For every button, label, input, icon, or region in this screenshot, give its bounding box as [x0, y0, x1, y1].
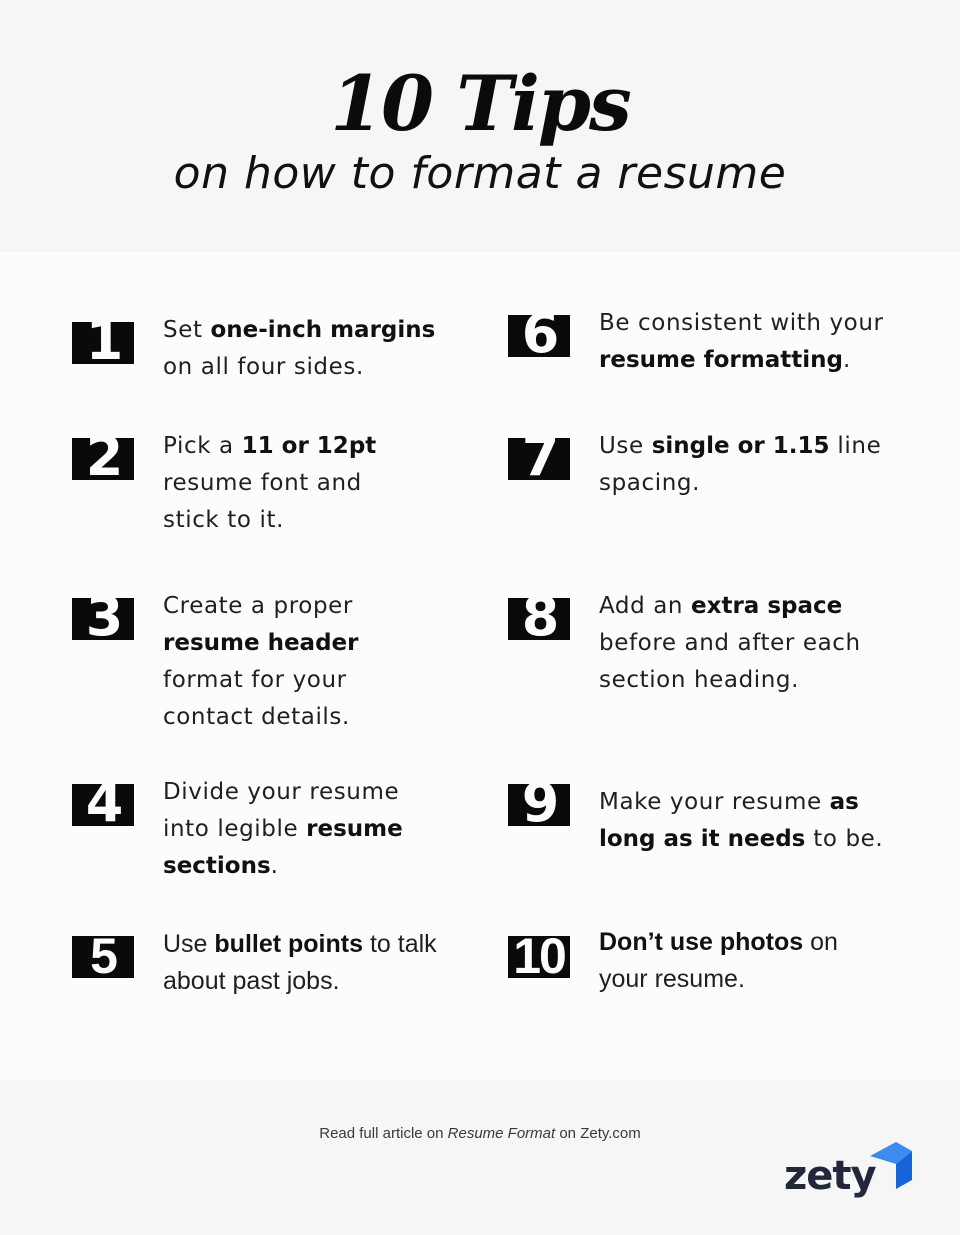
footer: Read full article on Resume Format on Ze…	[0, 1080, 960, 1235]
number-badge-3: 3	[72, 598, 134, 640]
number-badge-9: 9	[508, 784, 570, 826]
footer-note-prefix: Read full article on	[319, 1125, 448, 1142]
tip-text-segment: Be consistent with your	[599, 310, 884, 336]
tips-grid: 1 Set one-inch margins on all four sides…	[0, 252, 960, 1080]
tip-text: Don’t use photos on your resume.	[599, 924, 879, 998]
tip-text-segment: Set	[163, 317, 211, 343]
page-title: 10 Tips	[330, 59, 632, 148]
footer-note-suffix: on Zety.com	[555, 1125, 641, 1142]
tip-text-emphasis: resume header	[163, 630, 359, 656]
tip-text-segment: .	[270, 853, 279, 879]
tip-text: Use single or 1.15 line spacing.	[599, 428, 899, 502]
tip-text-emphasis: bullet points	[214, 930, 364, 958]
tip-text-segment: resume font and stick to it.	[163, 470, 362, 533]
tip-text-segment: Add an	[599, 593, 692, 619]
tip-text-emphasis: Don’t use photos	[599, 928, 804, 956]
tip-text-segment: Use	[599, 433, 652, 459]
number-badge-2: 2	[72, 438, 134, 480]
badge-digit: 1	[85, 322, 124, 364]
tip-text: Be consistent with your resume formattin…	[599, 305, 909, 379]
zety-flag-icon	[870, 1142, 912, 1189]
tip-text-segment: Make your resume	[599, 789, 830, 815]
badge-digit: 7	[521, 438, 560, 480]
badge-digit: 3	[85, 598, 124, 640]
tip-text: Make your resume as long as it needs to …	[599, 784, 899, 858]
tip-text: Divide your resume into legible resume s…	[163, 774, 433, 885]
header: 10 Tips on how to format a resume	[0, 0, 960, 252]
tip-text: Use bullet points to talk about past job…	[163, 926, 443, 1000]
tip-text-segment: Create a proper	[163, 593, 353, 619]
article-link[interactable]: Resume Format	[448, 1125, 556, 1142]
tip-text: Create a proper resume header format for…	[163, 588, 393, 736]
tip-text: Set one-inch margins on all four sides.	[163, 312, 463, 386]
tip-text-segment: on all four sides.	[163, 354, 364, 380]
tip-text-segment: .	[842, 347, 851, 373]
tip-text-emphasis: one-inch margins	[210, 317, 436, 343]
number-badge-10: 10	[508, 936, 570, 978]
number-badge-7: 7	[508, 438, 570, 480]
number-badge-8: 8	[508, 598, 570, 640]
footer-note: Read full article on Resume Format on Ze…	[0, 1125, 960, 1142]
tip-text-segment: format for your contact details.	[163, 667, 350, 730]
tip-text: Pick a 11 or 12pt resume font and stick …	[163, 428, 403, 539]
tip-text-segment: before and after each section heading.	[599, 630, 861, 693]
zety-logo[interactable]: zety	[784, 1142, 924, 1212]
tip-text-segment: Use	[163, 930, 215, 958]
badge-digit: 8	[521, 598, 560, 640]
badge-digit: 10	[513, 936, 567, 978]
logo-wordmark: zety	[784, 1153, 877, 1199]
tip-text-emphasis: extra space	[691, 593, 843, 619]
tip-text-emphasis: 11 or 12pt	[241, 433, 377, 459]
badge-digit: 9	[521, 784, 560, 826]
tip-text-segment: Pick a	[163, 433, 242, 459]
number-badge-4: 4	[72, 784, 134, 826]
badge-digit: 2	[85, 438, 124, 480]
number-badge-5: 5	[72, 936, 134, 978]
page-subtitle: on how to format a resume	[173, 148, 787, 199]
number-badge-6: 6	[508, 315, 570, 357]
badge-digit: 5	[90, 936, 118, 978]
tip-text-segment: to be.	[805, 826, 884, 852]
badge-digit: 6	[521, 315, 560, 357]
number-badge-1: 1	[72, 322, 134, 364]
tip-text: Add an extra space before and after each…	[599, 588, 889, 699]
tip-text-emphasis: single or 1.15	[651, 433, 830, 459]
tip-text-emphasis: resume formatting	[599, 347, 843, 373]
badge-digit: 4	[85, 784, 124, 826]
